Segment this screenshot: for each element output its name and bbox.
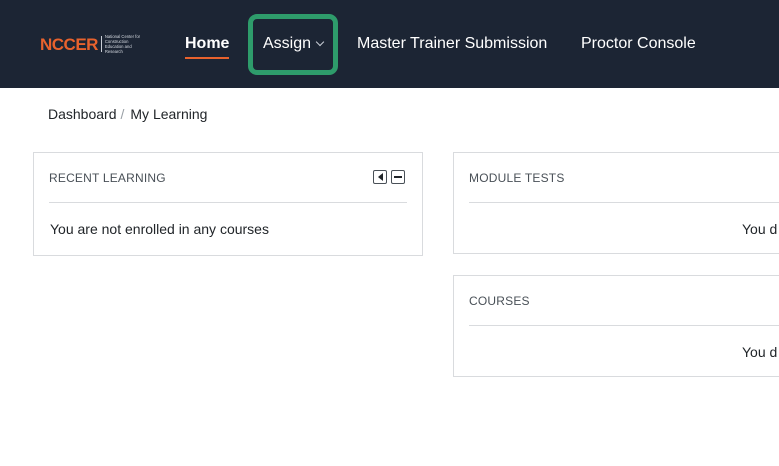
card-message: You d (742, 344, 778, 360)
nav-assign-label: Assign (263, 35, 312, 52)
breadcrumb: Dashboard / My Learning (48, 105, 207, 123)
nav-proctor-console[interactable]: Proctor Console (581, 0, 696, 88)
card-divider (469, 202, 779, 203)
active-underline (185, 57, 230, 59)
nav-master-trainer-submission[interactable]: Master Trainer Submission (357, 0, 547, 88)
card-divider (469, 325, 779, 326)
courses-card: COURSES You d (453, 275, 779, 377)
nav-proctor-label: Proctor Console (581, 35, 696, 52)
chevron-down-icon (315, 37, 325, 47)
nav-home[interactable]: Home (185, 0, 230, 88)
card-message: You are not enrolled in any courses (50, 221, 269, 237)
breadcrumb-my-learning: My Learning (130, 106, 208, 122)
breadcrumb-dashboard[interactable]: Dashboard (48, 106, 117, 122)
module-tests-card: MODULE TESTS You d (453, 152, 779, 254)
ncccer-logo[interactable]: NCCER National Center for Construction E… (40, 33, 146, 55)
collapse-icon[interactable] (373, 170, 387, 184)
nav-assign-dropdown[interactable]: Assign (263, 0, 325, 88)
logo-divider (100, 36, 102, 52)
minimize-icon[interactable] (391, 170, 405, 184)
logo-wordmark: NCCER (40, 34, 98, 54)
nav-home-label: Home (185, 35, 230, 52)
nav-master-label: Master Trainer Submission (357, 35, 548, 52)
logo-tagline: National Center for Construction Educati… (104, 34, 141, 54)
card-message: You d (742, 221, 778, 237)
card-title: RECENT LEARNING (49, 171, 166, 185)
breadcrumb-separator: / (120, 106, 125, 122)
recent-learning-card: RECENT LEARNING You are not enrolled in … (33, 152, 423, 256)
card-title: MODULE TESTS (469, 171, 565, 185)
card-divider (49, 202, 407, 203)
top-navbar: NCCER National Center for Construction E… (0, 0, 779, 88)
card-title: COURSES (469, 294, 530, 308)
